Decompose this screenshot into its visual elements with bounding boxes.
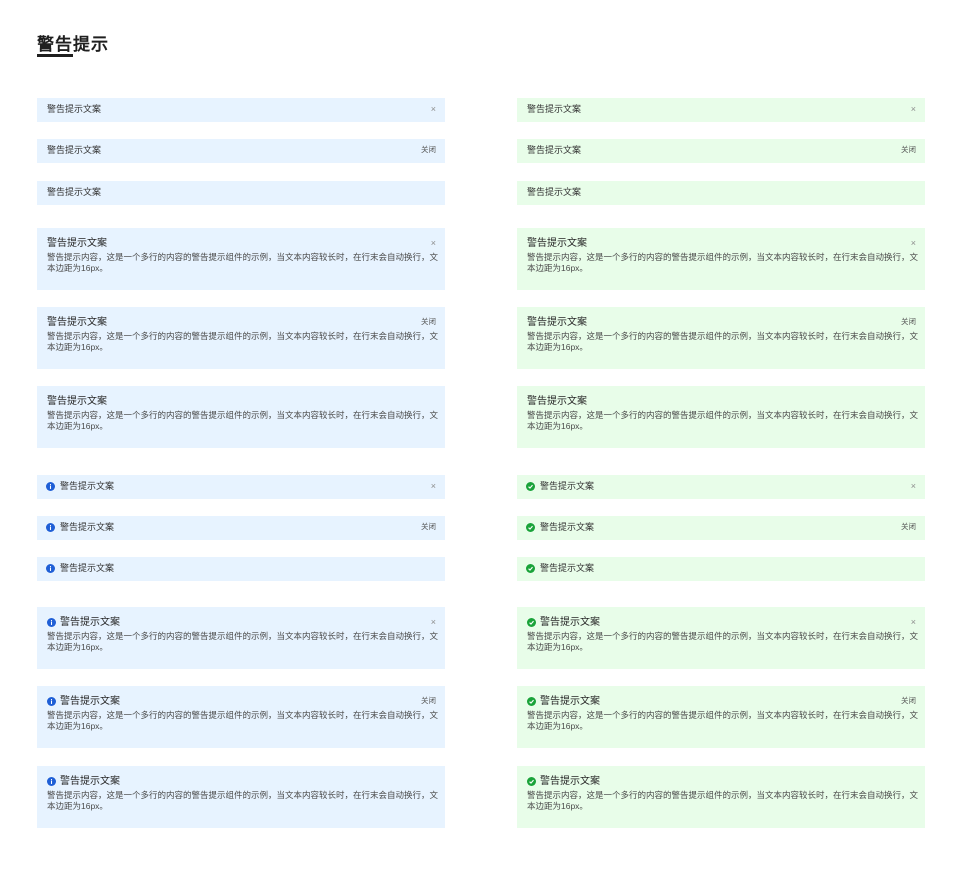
alert-description: 警告提示内容，这是一个多行的内容的警告提示组件的示例，当文本内容较长时，在行末会… — [47, 331, 439, 352]
alert-title: 警告提示文案 — [47, 145, 102, 155]
close-icon[interactable]: × — [911, 480, 916, 492]
alert-title: 警告提示文案 — [527, 104, 582, 114]
info-icon — [46, 482, 55, 491]
alert-description: 警告提示内容，这是一个多行的内容的警告提示组件的示例，当文本内容较长时，在行末会… — [47, 790, 439, 811]
alert-title: 警告提示文案 — [60, 617, 120, 628]
check-circle-icon — [527, 697, 536, 706]
close-icon[interactable]: × — [431, 480, 436, 492]
info-icon — [47, 618, 56, 627]
close-icon[interactable]: × — [431, 616, 436, 628]
info-alert-closable: 警告提示文案 × — [37, 98, 445, 122]
alert-description: 警告提示内容，这是一个多行的内容的警告提示组件的示例，当文本内容较长时，在行末会… — [527, 710, 919, 731]
close-button[interactable]: 关闭 — [421, 521, 436, 533]
success-alert-icon-plain: 警告提示文案 — [517, 557, 925, 581]
success-alert-plain: 警告提示文案 — [517, 181, 925, 205]
info-alert-icon-close-text: 警告提示文案 关闭 — [37, 516, 445, 540]
check-circle-icon — [527, 777, 536, 786]
close-button[interactable]: 关闭 — [421, 695, 436, 707]
alert-title: 警告提示文案 — [60, 481, 115, 491]
alert-description: 警告提示内容，这是一个多行的内容的警告提示组件的示例，当文本内容较长时，在行末会… — [47, 631, 439, 652]
success-alert-close-text: 警告提示文案 关闭 — [517, 139, 925, 163]
success-alert-closable: 警告提示文案 × — [517, 98, 925, 122]
alert-title: 警告提示文案 — [540, 522, 595, 532]
alert-title: 警告提示文案 — [60, 696, 120, 707]
page-title: 警告提示 — [37, 35, 109, 54]
alert-description: 警告提示内容，这是一个多行的内容的警告提示组件的示例，当文本内容较长时，在行末会… — [527, 331, 919, 352]
close-icon[interactable]: × — [431, 103, 436, 115]
alert-title: 警告提示文案 — [527, 187, 582, 197]
success-alert-icon-multiline-close-text: 警告提示文案 关闭 警告提示内容，这是一个多行的内容的警告提示组件的示例，当文本… — [517, 686, 925, 748]
close-button[interactable]: 关闭 — [901, 316, 916, 328]
alert-title: 警告提示文案 — [60, 563, 115, 573]
alert-title: 警告提示文案 — [47, 187, 102, 197]
info-alert-icon-multiline-plain: 警告提示文案 警告提示内容，这是一个多行的内容的警告提示组件的示例，当文本内容较… — [37, 766, 445, 828]
info-icon — [47, 697, 56, 706]
success-alert-multiline-closable: 警告提示文案 × 警告提示内容，这是一个多行的内容的警告提示组件的示例，当文本内… — [517, 228, 925, 290]
alert-title: 警告提示文案 — [527, 238, 587, 249]
check-circle-icon — [526, 482, 535, 491]
close-icon[interactable]: × — [911, 103, 916, 115]
close-button[interactable]: 关闭 — [901, 521, 916, 533]
alert-description: 警告提示内容，这是一个多行的内容的警告提示组件的示例，当文本内容较长时，在行末会… — [527, 252, 919, 273]
close-icon[interactable]: × — [431, 237, 436, 249]
alert-description: 警告提示内容，这是一个多行的内容的警告提示组件的示例，当文本内容较长时，在行末会… — [47, 252, 439, 273]
alert-title: 警告提示文案 — [527, 317, 587, 328]
info-icon — [46, 564, 55, 573]
info-icon — [46, 523, 55, 532]
info-alert-multiline-close-text: 警告提示文案 关闭 警告提示内容，这是一个多行的内容的警告提示组件的示例，当文本… — [37, 307, 445, 369]
info-alert-icon-multiline-closable: 警告提示文案 × 警告提示内容，这是一个多行的内容的警告提示组件的示例，当文本内… — [37, 607, 445, 669]
check-circle-icon — [526, 523, 535, 532]
info-alert-multiline-closable: 警告提示文案 × 警告提示内容，这是一个多行的内容的警告提示组件的示例，当文本内… — [37, 228, 445, 290]
alert-title: 警告提示文案 — [47, 104, 102, 114]
close-button[interactable]: 关闭 — [421, 144, 436, 156]
info-alert-close-text: 警告提示文案 关闭 — [37, 139, 445, 163]
success-alert-icon-close-text: 警告提示文案 关闭 — [517, 516, 925, 540]
alert-title: 警告提示文案 — [540, 696, 600, 707]
alert-title: 警告提示文案 — [47, 238, 107, 249]
close-icon[interactable]: × — [911, 237, 916, 249]
info-alert-plain: 警告提示文案 — [37, 181, 445, 205]
info-icon — [47, 777, 56, 786]
info-alert-icon-closable: 警告提示文案 × — [37, 475, 445, 499]
alert-title: 警告提示文案 — [527, 396, 587, 407]
alert-title: 警告提示文案 — [60, 776, 120, 787]
alert-description: 警告提示内容，这是一个多行的内容的警告提示组件的示例，当文本内容较长时，在行末会… — [527, 790, 919, 811]
check-circle-icon — [527, 618, 536, 627]
info-alert-icon-multiline-close-text: 警告提示文案 关闭 警告提示内容，这是一个多行的内容的警告提示组件的示例，当文本… — [37, 686, 445, 748]
alert-title: 警告提示文案 — [47, 317, 107, 328]
alert-title: 警告提示文案 — [527, 145, 582, 155]
alert-description: 警告提示内容，这是一个多行的内容的警告提示组件的示例，当文本内容较长时，在行末会… — [527, 631, 919, 652]
alert-description: 警告提示内容，这是一个多行的内容的警告提示组件的示例，当文本内容较长时，在行末会… — [47, 710, 439, 731]
check-circle-icon — [526, 564, 535, 573]
alert-title: 警告提示文案 — [60, 522, 115, 532]
close-button[interactable]: 关闭 — [421, 316, 436, 328]
success-alert-multiline-plain: 警告提示文案 警告提示内容，这是一个多行的内容的警告提示组件的示例，当文本内容较… — [517, 386, 925, 448]
info-alert-icon-plain: 警告提示文案 — [37, 557, 445, 581]
close-icon[interactable]: × — [911, 616, 916, 628]
success-alert-icon-multiline-plain: 警告提示文案 警告提示内容，这是一个多行的内容的警告提示组件的示例，当文本内容较… — [517, 766, 925, 828]
success-alert-icon-closable: 警告提示文案 × — [517, 475, 925, 499]
success-alert-multiline-close-text: 警告提示文案 关闭 警告提示内容，这是一个多行的内容的警告提示组件的示例，当文本… — [517, 307, 925, 369]
title-underline — [37, 54, 73, 57]
close-button[interactable]: 关闭 — [901, 695, 916, 707]
alert-title: 警告提示文案 — [540, 776, 600, 787]
alert-title: 警告提示文案 — [47, 396, 107, 407]
close-button[interactable]: 关闭 — [901, 144, 916, 156]
alert-description: 警告提示内容，这是一个多行的内容的警告提示组件的示例，当文本内容较长时，在行末会… — [47, 410, 439, 431]
success-alert-icon-multiline-closable: 警告提示文案 × 警告提示内容，这是一个多行的内容的警告提示组件的示例，当文本内… — [517, 607, 925, 669]
alert-title: 警告提示文案 — [540, 617, 600, 628]
alert-title: 警告提示文案 — [540, 481, 595, 491]
info-alert-multiline-plain: 警告提示文案 警告提示内容，这是一个多行的内容的警告提示组件的示例，当文本内容较… — [37, 386, 445, 448]
alert-description: 警告提示内容，这是一个多行的内容的警告提示组件的示例，当文本内容较长时，在行末会… — [527, 410, 919, 431]
alert-title: 警告提示文案 — [540, 563, 595, 573]
